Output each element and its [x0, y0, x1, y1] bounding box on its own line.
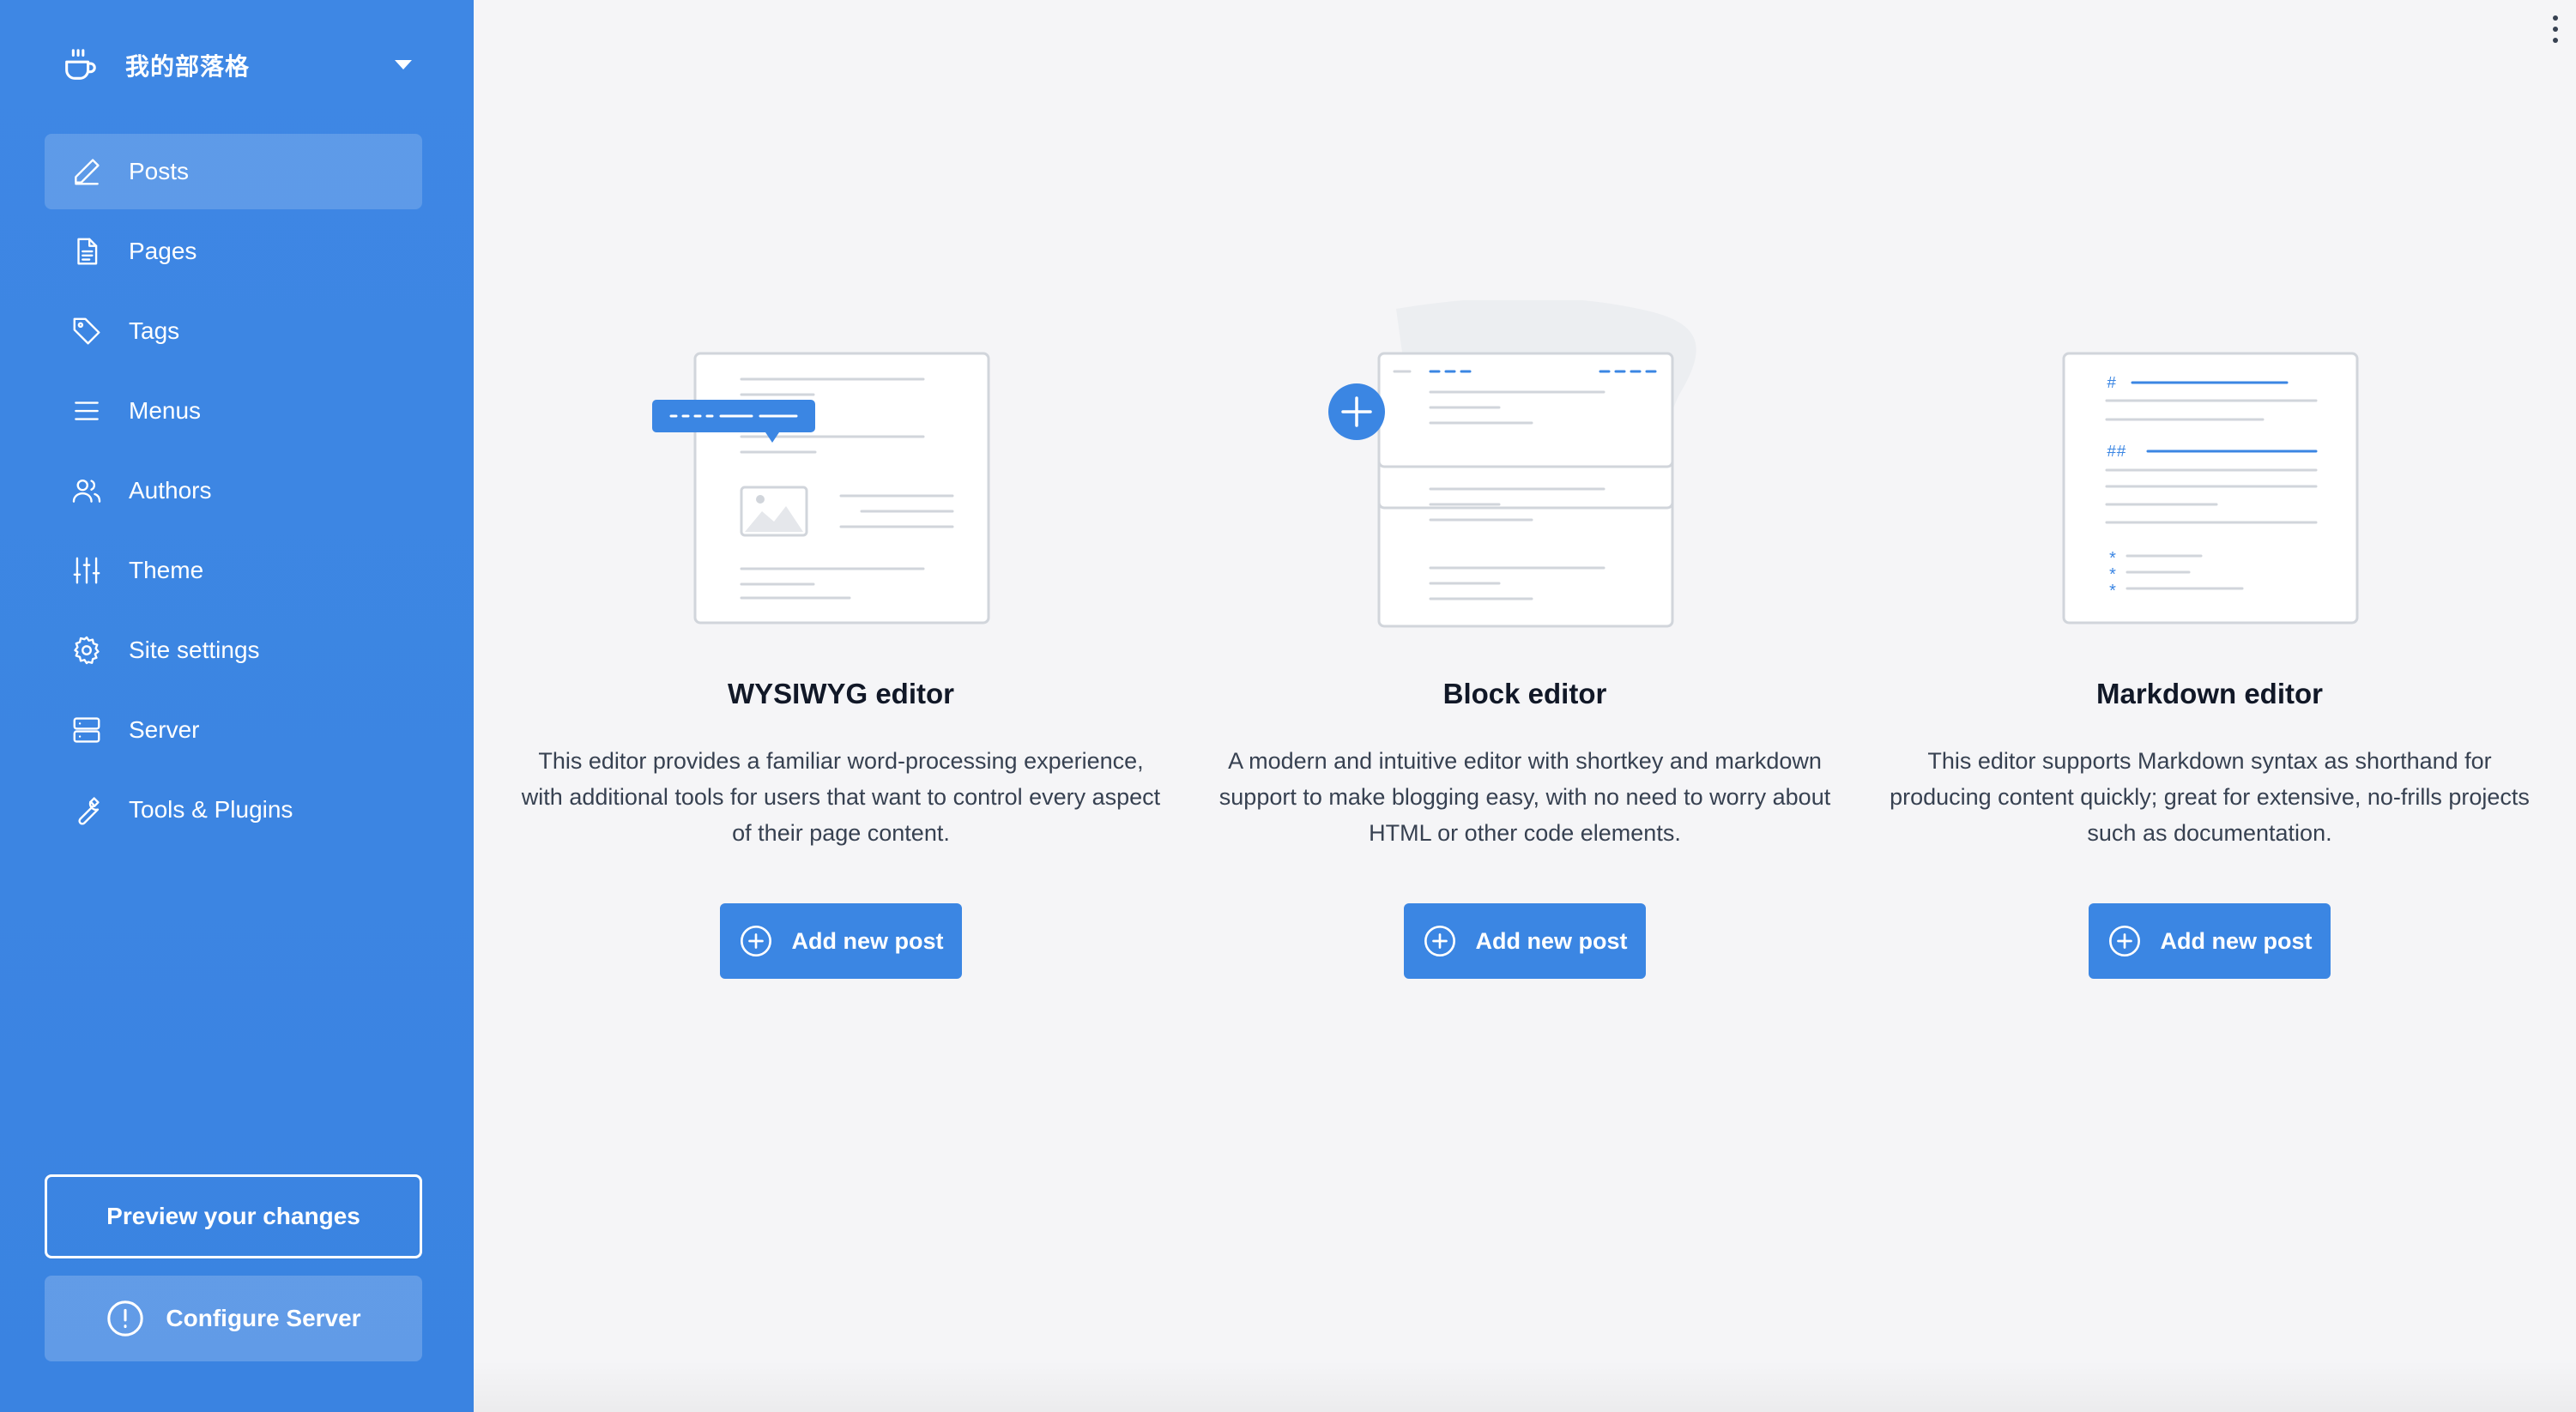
chevron-down-icon [395, 60, 412, 69]
sidebar-item-tags[interactable]: Tags [45, 293, 422, 369]
add-new-post-label: Add new post [2160, 927, 2313, 954]
editor-title: WYSIWYG editor [728, 678, 954, 709]
wrench-icon [78, 797, 100, 825]
menu-lines-icon [75, 401, 99, 420]
document-icon [77, 238, 98, 265]
editor-description: This editor supports Markdown syntax as … [1890, 748, 2530, 846]
plus-circle-icon [1424, 926, 1455, 956]
sidebar-item-label: Tags [129, 317, 180, 344]
site-switcher[interactable]: 我的部落格 [60, 39, 412, 91]
sidebar-item-server[interactable]: Server [45, 692, 422, 768]
sidebar-item-label: Tools & Plugins [129, 796, 293, 823]
sidebar: 我的部落格 Posts Pages Tags Menus Authors The… [0, 0, 474, 1412]
users-icon [72, 479, 101, 503]
sidebar-item-label: Menus [129, 397, 202, 424]
bottom-shadow [474, 1361, 2576, 1412]
sidebar-item-label: Authors [129, 477, 212, 504]
markdown-illustration: # ## * * * [2062, 352, 2359, 625]
sidebar-item-authors[interactable]: Authors [45, 453, 422, 528]
md-bullet-glyph: * [2107, 583, 2118, 603]
add-new-post-button[interactable]: Add new post [2089, 903, 2331, 979]
sliders-icon [73, 557, 100, 584]
tag-icon [73, 317, 100, 345]
wysiwyg-illustration [652, 352, 990, 625]
block-editor-illustration [1328, 300, 1696, 628]
sidebar-item-label: Posts [129, 158, 190, 184]
more-options-icon[interactable] [2547, 12, 2564, 46]
pencil-icon [75, 159, 100, 185]
md-h1-glyph: # [2107, 374, 2116, 393]
server-icon [73, 717, 100, 743]
gear-icon [74, 636, 100, 665]
sidebar-item-tools-plugins[interactable]: Tools & Plugins [45, 772, 422, 848]
plus-circle-icon [2108, 926, 2140, 956]
editor-description: A modern and intuitive editor with short… [1218, 748, 1831, 846]
add-new-post-label: Add new post [791, 927, 944, 954]
sidebar-item-label: Pages [129, 238, 197, 264]
site-name: 我的部落格 [125, 53, 251, 80]
add-new-post-button[interactable]: Add new post [1404, 903, 1646, 979]
configure-server-button[interactable]: Configure Server [45, 1276, 422, 1361]
editor-description: This editor provides a familiar word-pro… [521, 748, 1161, 846]
sidebar-item-site-settings[interactable]: Site settings [45, 612, 422, 688]
sidebar-item-label: Server [129, 716, 200, 743]
sidebar-item-menus[interactable]: Menus [45, 373, 422, 449]
sidebar-nav: Posts Pages Tags Menus Authors Theme Sit… [45, 134, 422, 852]
configure-server-label: Configure Server [166, 1305, 361, 1331]
sidebar-item-pages[interactable]: Pages [45, 214, 422, 289]
sidebar-item-label: Site settings [129, 637, 260, 663]
add-new-post-button[interactable]: Add new post [720, 903, 962, 979]
coffee-cup-icon [65, 49, 96, 80]
sidebar-item-label: Theme [129, 557, 204, 583]
editor-title: Markdown editor [2095, 678, 2324, 709]
sidebar-item-theme[interactable]: Theme [45, 533, 422, 608]
plus-circle-icon [740, 926, 771, 956]
add-new-post-label: Add new post [1475, 927, 1628, 954]
preview-changes-button[interactable]: Preview your changes [45, 1174, 422, 1258]
md-h2-glyph: ## [2107, 443, 2126, 462]
editor-title: Block editor [1442, 678, 1607, 709]
sidebar-item-posts[interactable]: Posts [45, 134, 422, 209]
alert-circle-icon [107, 1300, 144, 1337]
